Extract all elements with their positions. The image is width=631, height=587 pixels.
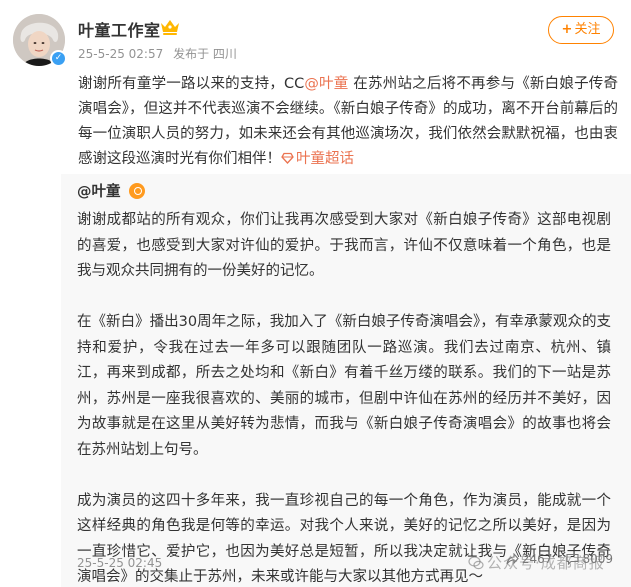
watermark: 公众号·成都商报 <box>468 552 605 573</box>
post-text: 谢谢所有童学一路以来的支持，CC@叶童 在苏州站之后将不再参与《新白娘子传奇演唱… <box>78 72 618 172</box>
repost-paragraph: 在《新白》播出30周年之际，我加入了《新白娘子传奇演唱会》，有幸承蒙观众的支持和… <box>77 314 611 458</box>
plus-icon: + <box>561 22 573 37</box>
repost-text: 谢谢成都站的所有观众，你们让我再次感受到大家对《新白娘子传奇》这部电视剧的喜爱，… <box>77 208 611 587</box>
verified-badge-icon: ✓ <box>50 50 67 67</box>
watermark-text: 公众号·成都商报 <box>487 554 605 572</box>
topic-label: 叶童超话 <box>296 151 354 167</box>
follow-label: 关注 <box>574 22 601 37</box>
post-text-part-1: 谢谢所有童学一路以来的支持，CC <box>78 76 305 92</box>
repost-verified-icon <box>129 183 145 199</box>
wechat-icon <box>468 556 484 570</box>
avatar[interactable]: ✓ <box>13 14 67 67</box>
repost-timestamp[interactable]: 25-5-25 02:45 <box>77 556 162 570</box>
repost-paragraph: 谢谢成都站的所有观众，你们让我再次感受到大家对《新白娘子传奇》这部电视剧的喜爱，… <box>77 212 611 279</box>
repost-card: @叶童 谢谢成都站的所有观众，你们让我再次感受到大家对《新白娘子传奇》这部电视剧… <box>61 174 631 587</box>
post-meta: 25-5-25 02:57 发布于 四川 <box>78 45 243 62</box>
mention-link[interactable]: @叶童 <box>304 76 348 92</box>
post-username[interactable]: 叶童工作室 <box>78 17 161 41</box>
follow-button[interactable]: + 关注 <box>548 16 614 44</box>
weibo-post: ✓ 叶童工作室 25-5-25 02:57 发布于 四川 + 关注 谢谢所有童学一… <box>0 0 631 587</box>
topic-link[interactable]: 叶童超话 <box>281 151 354 167</box>
vip-crown-icon <box>159 18 181 36</box>
topic-diamond-icon <box>281 152 294 164</box>
post-source: 发布于 四川 <box>173 47 237 61</box>
repost-username[interactable]: @叶童 <box>77 180 121 201</box>
post-timestamp[interactable]: 25-5-25 02:57 <box>78 47 163 61</box>
